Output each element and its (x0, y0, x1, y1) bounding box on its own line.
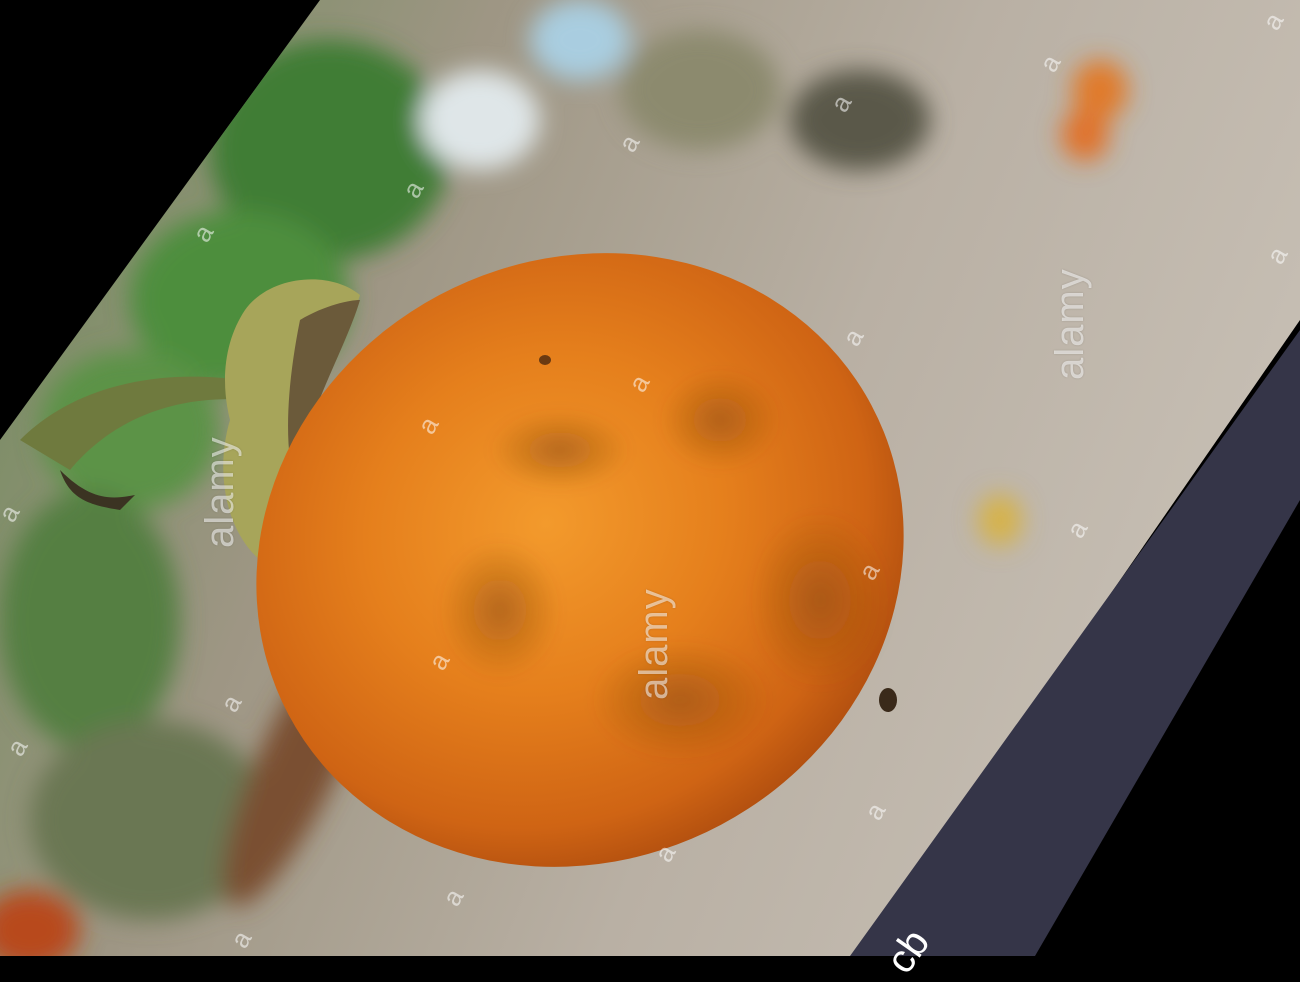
watermark-alamy: alamy (632, 588, 676, 700)
fruit-photo (0, 0, 1300, 956)
watermark-alamy: alamy (198, 436, 242, 548)
watermark-alamy: alamy (1048, 268, 1092, 380)
